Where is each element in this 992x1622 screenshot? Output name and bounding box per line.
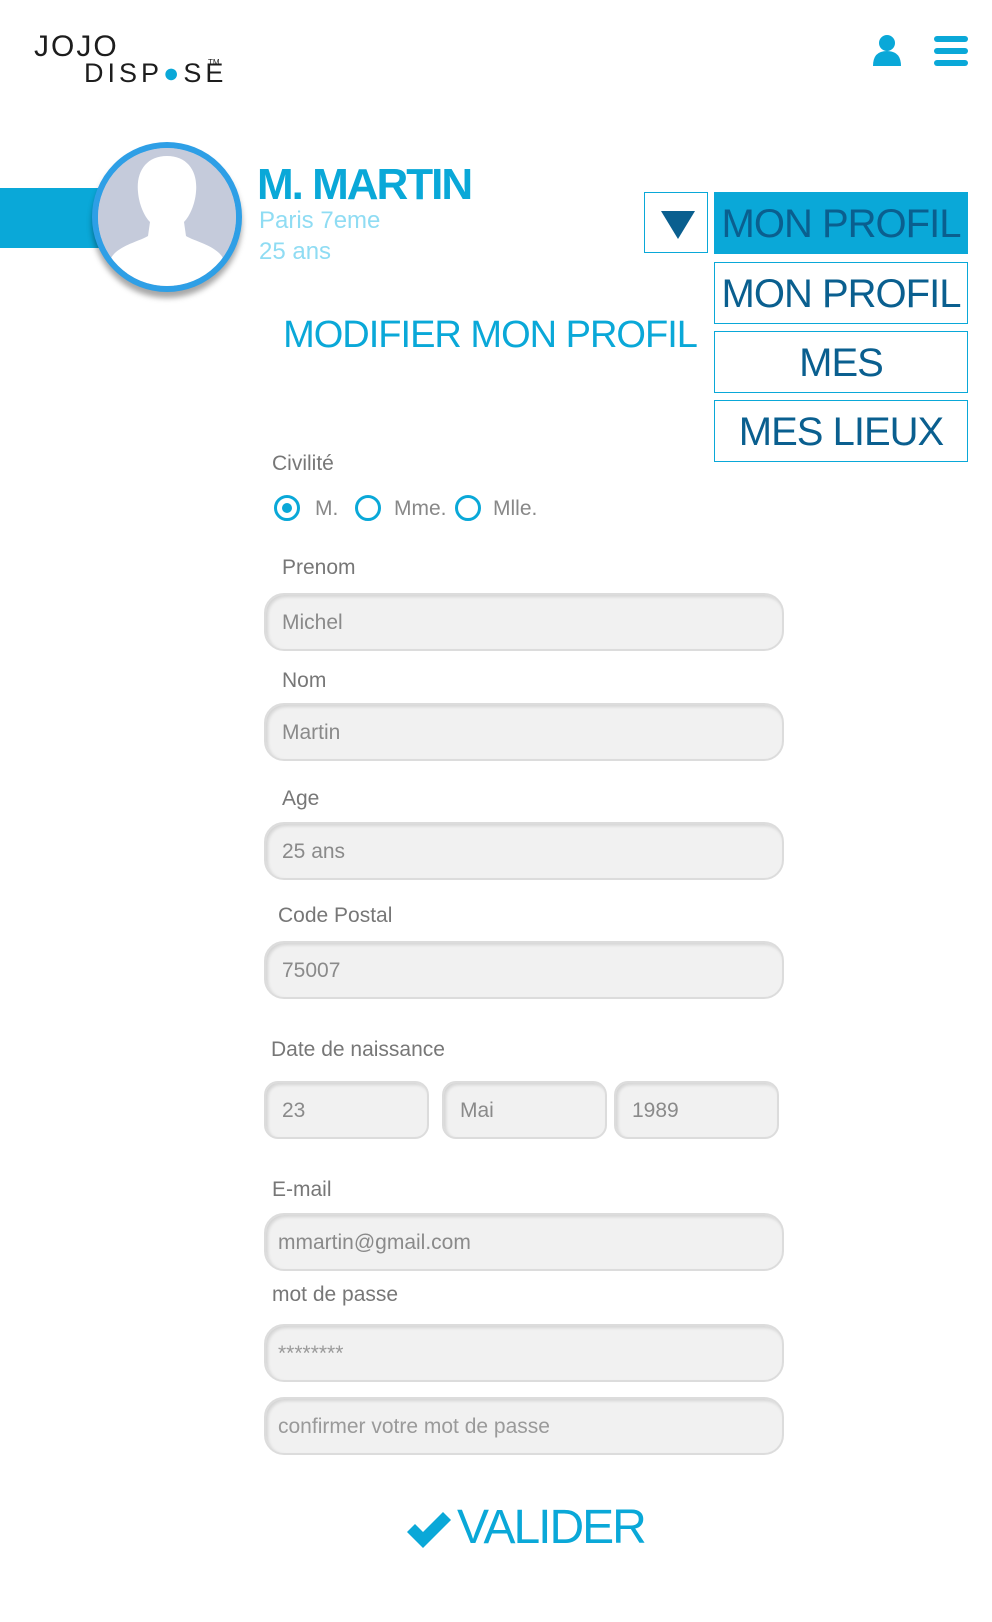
- profile-city: Paris 7eme: [259, 207, 381, 234]
- civilite-label: Civilité: [272, 452, 334, 475]
- nom-label: Nom: [282, 669, 327, 692]
- dropdown-toggle-button[interactable]: [644, 192, 708, 253]
- dob-month-input[interactable]: Mai: [442, 1081, 607, 1139]
- menu-item-mes-lieux[interactable]: MES LIEUX: [714, 400, 968, 462]
- validate-label: VALIDER: [457, 1501, 647, 1554]
- page-title: MODIFIER MON PROFIL: [283, 314, 698, 356]
- logo-text-dispose: DISP●SE: [84, 58, 228, 88]
- trademark-mark: TM: [208, 58, 220, 67]
- profile-age: 25 ans: [259, 238, 332, 265]
- age-label: Age: [282, 787, 320, 810]
- user-icon[interactable]: [872, 34, 902, 68]
- age-input[interactable]: 25 ans: [264, 822, 784, 880]
- code-postal-label: Code Postal: [278, 904, 393, 927]
- email-label: E-mail: [272, 1178, 332, 1201]
- radio-m-label: M.: [315, 497, 339, 520]
- profile-name: M. MARTIN: [257, 160, 473, 209]
- dob-day-input[interactable]: 23: [264, 1081, 429, 1139]
- dob-year-input[interactable]: 1989: [614, 1081, 779, 1139]
- dropdown-selected-mon-profil[interactable]: MON PROFIL: [714, 192, 968, 254]
- prenom-label: Prenom: [282, 556, 356, 579]
- radio-mme[interactable]: [355, 495, 381, 521]
- radio-mme-label: Mme.: [394, 497, 447, 520]
- prenom-input[interactable]: Michel: [264, 593, 784, 651]
- email-input[interactable]: mmartin@gmail.com: [264, 1213, 784, 1271]
- avatar[interactable]: [92, 142, 242, 292]
- brand-logo[interactable]: JOJO DISP●SE TM: [34, 30, 224, 92]
- date-naissance-label: Date de naissance: [271, 1038, 445, 1061]
- checkmark-icon: [407, 1512, 451, 1548]
- location-pin-icon: ●: [163, 58, 184, 88]
- password-label: mot de passe: [272, 1283, 399, 1306]
- hamburger-menu-icon[interactable]: [934, 36, 968, 66]
- password-input[interactable]: ********: [264, 1324, 784, 1382]
- code-postal-input[interactable]: 75007: [264, 941, 784, 999]
- radio-mlle[interactable]: [455, 495, 481, 521]
- nom-input[interactable]: Martin: [264, 703, 784, 761]
- triangle-down-icon: [661, 211, 695, 239]
- radio-m[interactable]: [274, 495, 300, 521]
- avatar-silhouette-icon: [98, 148, 236, 286]
- confirm-password-input[interactable]: confirmer votre mot de passe: [264, 1397, 784, 1455]
- radio-mlle-label: Mlle.: [493, 497, 538, 520]
